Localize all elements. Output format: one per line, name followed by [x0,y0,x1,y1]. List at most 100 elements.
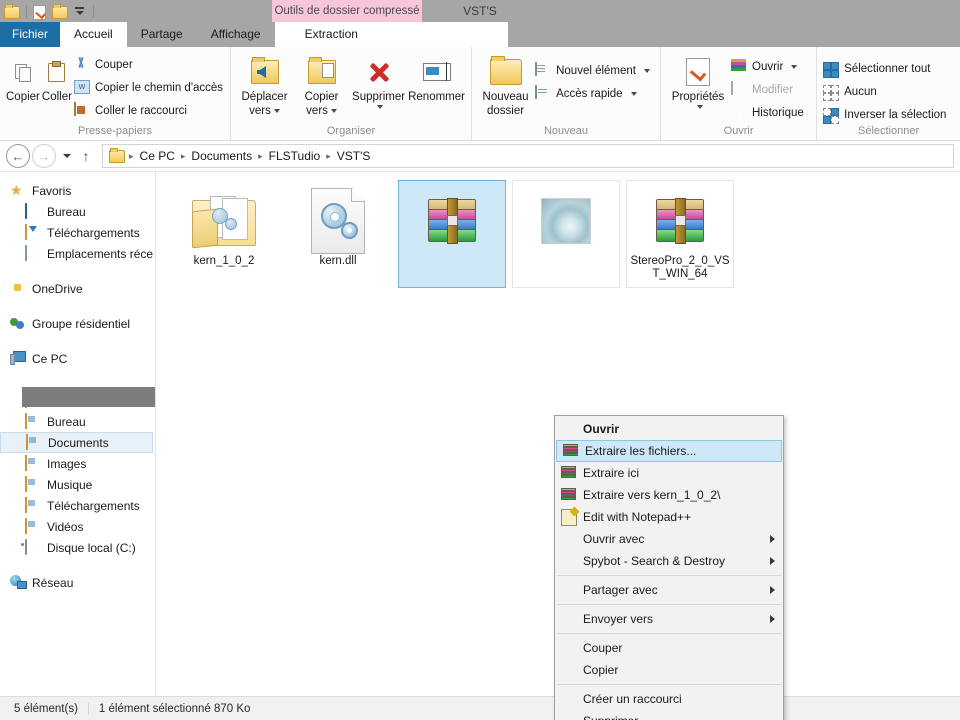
navigation-pane[interactable]: ★ Favoris Bureau Téléchargements Emplace… [0,172,156,707]
sidebar-item-musique[interactable]: Musique [0,474,155,495]
context-menu-item-extraire-ici[interactable]: Extraire ici [555,462,783,484]
chevron-down-icon-2[interactable] [330,109,337,113]
customize-caret-icon[interactable] [71,3,87,19]
sidebar-item-telechargements[interactable]: Téléchargements [0,222,155,243]
properties-button[interactable]: Propriétés [667,51,729,109]
breadcrumb-sep-1: ▸ [180,150,186,161]
context-menu-item-edit-with-notepadpp[interactable]: Edit with Notepad++ [555,506,783,528]
toolbar-divider [26,4,27,18]
copy-path-button[interactable]: W Copier le chemin d'accès [73,78,227,98]
up-arrow-icon[interactable]: ↑ [76,145,96,167]
properties-icon[interactable] [33,3,49,20]
copy-button[interactable]: Copier [6,51,40,103]
sidebar-item-pc-telechargements[interactable]: Téléchargements [0,495,155,516]
quick-access-button[interactable]: Accès rapide [535,84,654,104]
sidebar-label-favoris: Favoris [32,183,72,198]
sidebar-item-groupe-residentiel[interactable]: Groupe résidentiel [0,313,155,334]
context-menu-item-partager-avec[interactable]: Partager avec [555,579,783,601]
move-to-button[interactable]: Déplacer vers [237,51,292,117]
sidebar-item-images[interactable]: Images [0,453,155,474]
sidebar-label-disque-local: Disque local (C:) [47,540,136,555]
invert-selection-button[interactable]: Inverser la sélection [823,105,950,125]
breadcrumb-flstudio[interactable]: FLSTudio [265,149,325,163]
open-button[interactable]: Ouvrir [731,57,808,77]
organize-group-label: Organiser [326,125,376,137]
chevron-down-icon-4[interactable] [644,69,650,73]
context-menu[interactable]: Ouvrir Extraire les fichiers... Extraire… [554,415,784,720]
tab-extraction[interactable]: Extraction [274,22,388,47]
sidebar-item-emplacements-recents[interactable]: Emplacements réce [0,243,155,264]
tab-accueil[interactable]: Accueil [60,22,127,47]
new-folder-icon[interactable] [52,3,68,19]
chevron-down-icon[interactable] [273,109,280,113]
homegroup-icon [10,316,26,332]
sidebar-item-reseau[interactable]: Réseau [0,572,155,593]
forward-arrow-icon[interactable]: → [32,144,56,168]
file-item-thumbnail[interactable] [512,180,620,288]
new-folder-button[interactable]: Nouveau dossier [478,51,533,117]
sidebar-item-ce-pc[interactable]: Ce PC [0,348,155,369]
chevron-down-icon-3[interactable] [377,105,384,109]
paste-label: Coller [41,91,72,103]
delete-button[interactable]: Supprimer [351,51,406,109]
context-menu-item-supprimer[interactable]: Supprimer [555,710,783,720]
copy-to-button[interactable]: Copier vers [294,51,349,117]
sidebar-item-bureau[interactable]: Bureau [0,201,155,222]
context-menu-item-spybot[interactable]: Spybot - Search & Destroy [555,550,783,572]
breadcrumb-vsts[interactable]: VST'S [333,149,375,163]
context-menu-separator-2 [557,604,781,605]
notepadpp-icon [561,508,583,526]
move-to-icon [250,55,279,89]
new-item-button[interactable]: Nouvel élément [535,61,654,81]
chevron-down-icon-5[interactable] [630,92,637,96]
context-label: Envoyer vers [583,612,654,626]
context-menu-item-couper[interactable]: Couper [555,637,783,659]
context-menu-item-copier[interactable]: Copier [555,659,783,681]
select-none-button[interactable]: Aucun [823,82,950,102]
sidebar-item-pc-bureau[interactable]: Bureau [0,411,155,432]
paste-button[interactable]: Coller [42,51,72,103]
select-all-label: Sélectionner tout [844,63,931,75]
breadcrumb[interactable]: ▸ Ce PC ▸ Documents ▸ FLSTudio ▸ VST'S [102,144,954,168]
cut-button[interactable]: Couper [74,55,227,75]
sidebar-item-documents[interactable]: Documents [0,432,153,453]
downloads-folder-icon [25,496,41,514]
sidebar-item-disque-local[interactable]: Disque local (C:) [0,537,155,558]
sidebar-item-favoris[interactable]: ★ Favoris [0,180,155,201]
back-arrow-icon[interactable]: ← [6,144,30,168]
rar-archive-icon-2 [561,466,583,480]
file-item-archive-selected[interactable] [398,180,506,288]
this-pc-icon [10,351,26,367]
context-menu-item-extraire-les-fichiers[interactable]: Extraire les fichiers... [556,440,782,462]
chevron-down-icon-7[interactable] [791,65,798,69]
breadcrumb-documents[interactable]: Documents [187,149,256,163]
file-list-pane[interactable]: kern_1_0_2 kern.dll StereoPro_2_0_VST_WI… [156,172,960,720]
context-menu-item-creer-raccourci[interactable]: Créer un raccourci [555,688,783,710]
breadcrumb-ce-pc[interactable]: Ce PC [136,149,179,163]
tab-affichage[interactable]: Affichage [197,22,275,47]
status-selection: 1 élément sélectionné 870 Ko [98,702,251,715]
chevron-down-icon-6[interactable] [696,105,703,109]
context-menu-item-ouvrir-avec[interactable]: Ouvrir avec [555,528,783,550]
recent-locations-caret-icon[interactable] [58,145,74,167]
file-item-kern-dll[interactable]: kern.dll [284,180,392,288]
ribbon-group-select: Sélectionner tout Aucun Inverser la séle… [817,47,960,140]
rename-button[interactable]: Renommer [408,51,465,103]
folder-icon[interactable] [4,3,20,19]
file-item-kern-folder[interactable]: kern_1_0_2 [170,180,278,288]
file-item-stereopro[interactable]: StereoPro_2_0_VST_WIN_64 [626,180,734,288]
sidebar-item-videos[interactable]: Vidéos [0,516,155,537]
history-button[interactable]: Historique [731,103,808,123]
paste-shortcut-button[interactable]: Coller le raccourci [73,101,227,121]
context-menu-item-envoyer-vers[interactable]: Envoyer vers [555,608,783,630]
ribbon-group-new: Nouveau dossier Nouvel élément Accès rap… [472,47,661,140]
sidebar-item-onedrive[interactable]: OneDrive [0,278,155,299]
tab-partage[interactable]: Partage [127,22,197,47]
context-menu-item-extraire-vers[interactable]: Extraire vers kern_1_0_2\ [555,484,783,506]
select-all-button[interactable]: Sélectionner tout [823,59,950,79]
copy-path-icon: W [73,80,90,96]
context-menu-item-ouvrir[interactable]: Ouvrir [555,418,783,440]
copy-to-icon [307,55,336,89]
tab-fichier[interactable]: Fichier [0,22,61,47]
onedrive-icon [10,281,26,297]
